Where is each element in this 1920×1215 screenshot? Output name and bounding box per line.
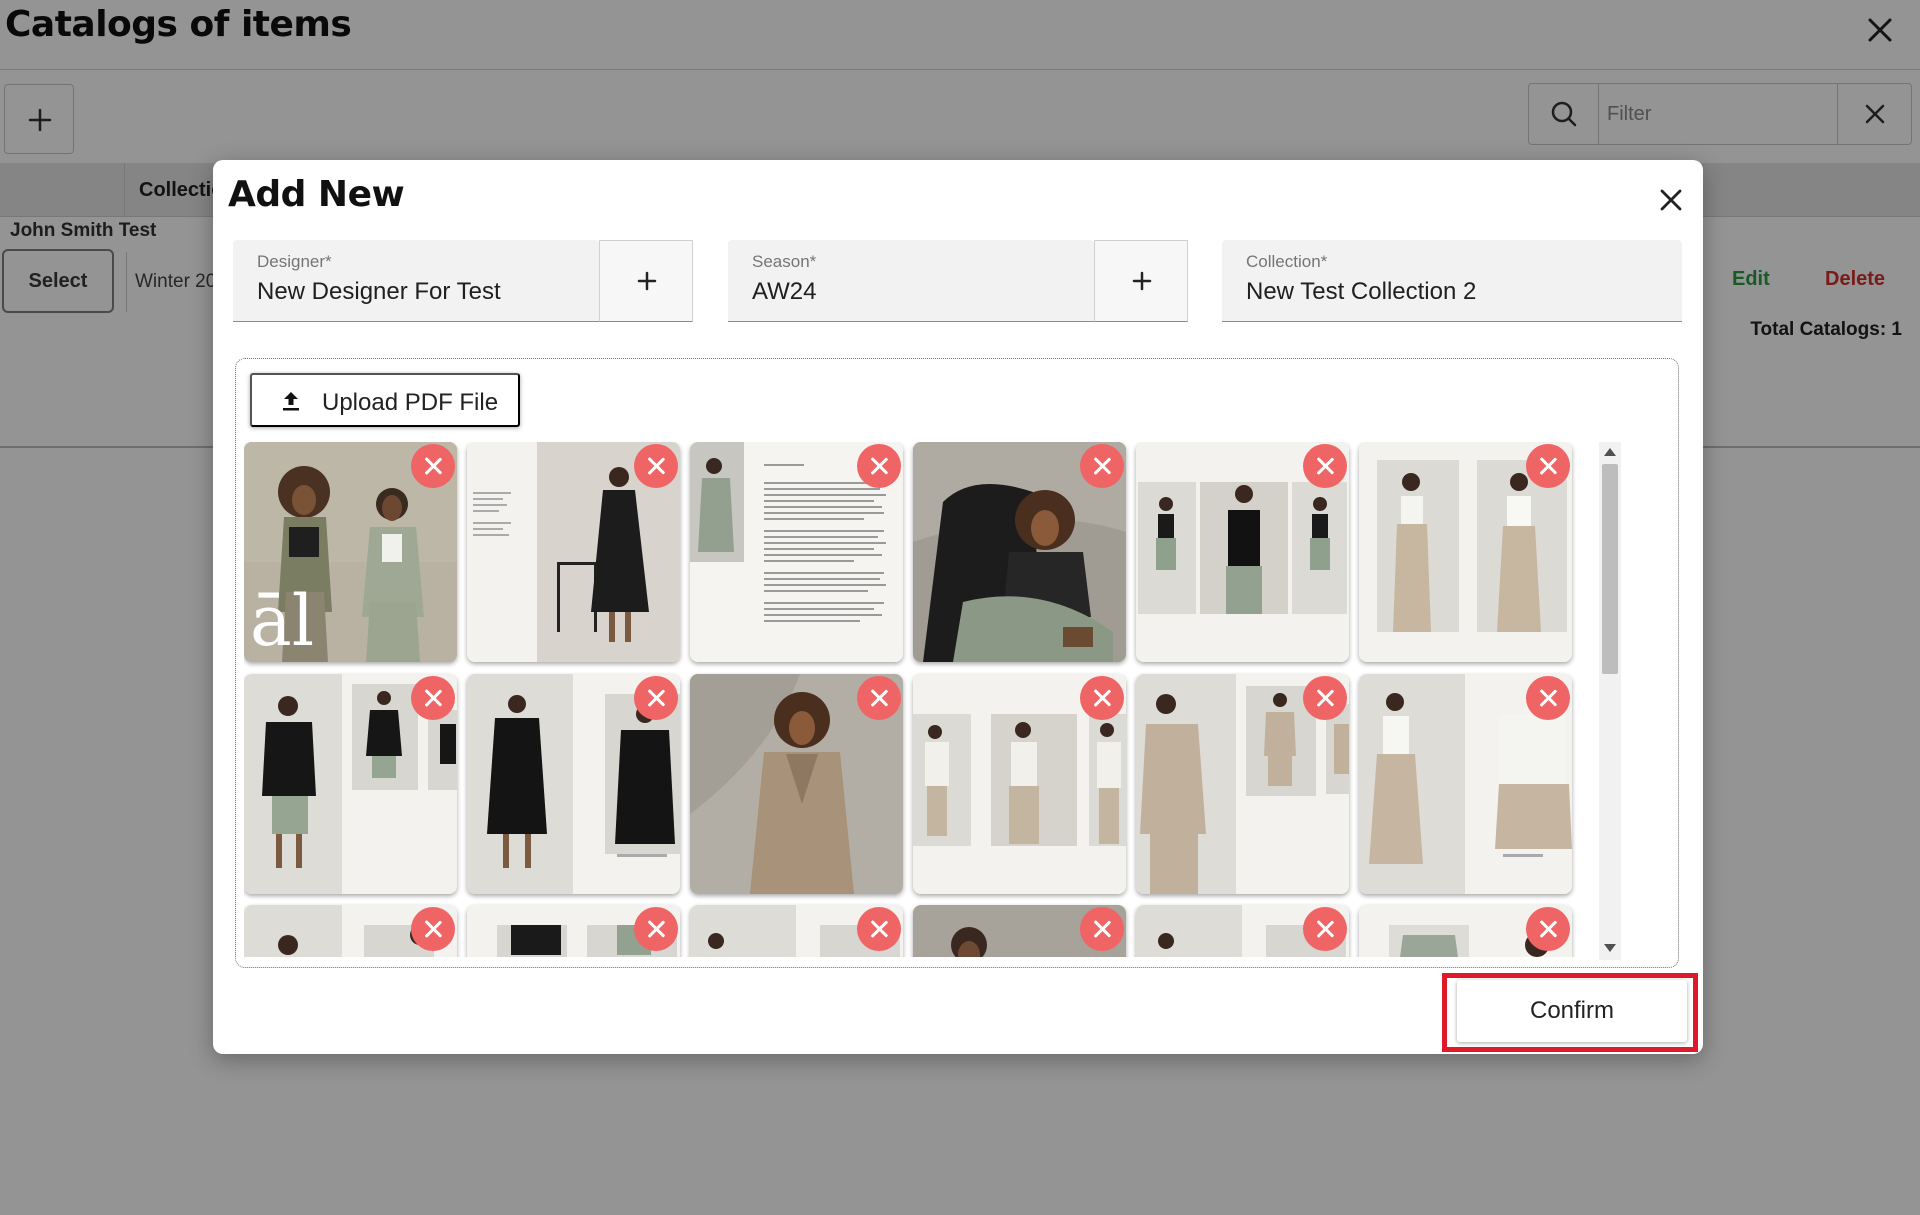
pdf-page-thumbnail xyxy=(690,674,903,894)
remove-page-icon[interactable] xyxy=(857,444,901,488)
add-new-dialog: Add New Designer* New Designer For Test … xyxy=(213,160,1703,1054)
collection-field[interactable]: Collection* New Test Collection 2 xyxy=(1222,240,1682,322)
designer-value: New Designer For Test xyxy=(257,278,501,305)
pdf-page-thumbnail xyxy=(913,674,1126,894)
remove-page-icon[interactable] xyxy=(634,676,678,720)
confirm-button[interactable]: Confirm xyxy=(1457,980,1687,1042)
pdf-page-thumbnail xyxy=(1136,674,1349,894)
pdf-page-thumbnail xyxy=(1136,442,1349,662)
remove-page-icon[interactable] xyxy=(1080,444,1124,488)
pdf-page-thumbnail xyxy=(467,905,680,957)
season-value: AW24 xyxy=(752,278,817,305)
pdf-page-thumbnail xyxy=(1359,442,1572,662)
upload-icon xyxy=(283,392,299,411)
pdf-pages-grid: āl xyxy=(244,442,1597,957)
pdf-page-thumbnail xyxy=(1136,905,1349,957)
pdf-page-thumbnail xyxy=(690,905,903,957)
upload-pdf-button[interactable]: Upload PDF File xyxy=(250,373,520,427)
collection-label: Collection* xyxy=(1246,252,1328,271)
remove-page-icon[interactable] xyxy=(1526,676,1570,720)
add-season-button[interactable] xyxy=(1094,240,1188,322)
scroll-down-arrow-icon[interactable] xyxy=(1604,944,1616,952)
pdf-page-thumbnail xyxy=(913,905,1126,957)
remove-page-icon[interactable] xyxy=(634,444,678,488)
pdf-page-thumbnail xyxy=(913,442,1126,662)
add-designer-button[interactable] xyxy=(599,240,693,322)
remove-page-icon[interactable] xyxy=(1080,907,1124,951)
designer-field[interactable]: Designer* New Designer For Test xyxy=(233,240,599,322)
pdf-page-thumbnail xyxy=(1359,905,1572,957)
pdf-page-thumbnail: āl xyxy=(244,442,457,662)
remove-page-icon[interactable] xyxy=(411,907,455,951)
scroll-thumb[interactable] xyxy=(1602,464,1618,674)
remove-page-icon[interactable] xyxy=(1080,676,1124,720)
collection-value: New Test Collection 2 xyxy=(1246,278,1477,305)
remove-page-icon[interactable] xyxy=(411,444,455,488)
designer-label: Designer* xyxy=(257,252,332,271)
pdf-page-thumbnail xyxy=(467,442,680,662)
pdf-page-thumbnail xyxy=(244,905,457,957)
remove-page-icon[interactable] xyxy=(857,676,901,720)
remove-page-icon[interactable] xyxy=(634,907,678,951)
pdf-page-thumbnail xyxy=(244,674,457,894)
remove-page-icon[interactable] xyxy=(1303,676,1347,720)
plus-icon xyxy=(1132,271,1152,291)
remove-page-icon[interactable] xyxy=(1303,444,1347,488)
remove-page-icon[interactable] xyxy=(411,676,455,720)
remove-page-icon[interactable] xyxy=(857,907,901,951)
pdf-page-thumbnail xyxy=(1359,674,1572,894)
plus-icon xyxy=(637,271,657,291)
scroll-up-arrow-icon[interactable] xyxy=(1604,448,1616,456)
close-icon[interactable] xyxy=(1651,180,1691,220)
pages-scrollbar[interactable] xyxy=(1599,442,1621,960)
cover-lettering: āl xyxy=(250,580,314,662)
pdf-page-thumbnail xyxy=(467,674,680,894)
upload-area: Upload PDF File āl xyxy=(235,358,1679,968)
remove-page-icon[interactable] xyxy=(1303,907,1347,951)
season-field[interactable]: Season* AW24 xyxy=(728,240,1094,322)
season-label: Season* xyxy=(752,252,817,271)
pdf-page-thumbnail xyxy=(690,442,903,662)
dialog-title: Add New xyxy=(228,174,405,215)
upload-pdf-label: Upload PDF File xyxy=(322,389,499,416)
remove-page-icon[interactable] xyxy=(1526,444,1570,488)
remove-page-icon[interactable] xyxy=(1526,907,1570,951)
